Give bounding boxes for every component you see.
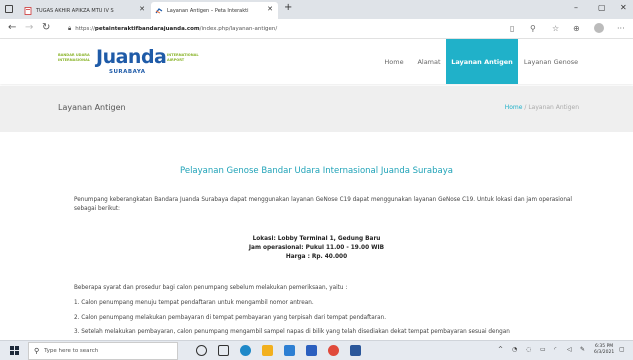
new-tab-button[interactable]: + xyxy=(284,2,292,13)
location-text: Lokasi: Lobby Terminal 1, Gedung Baru xyxy=(252,236,381,242)
tab-label: TUGAS AKHIR APIKZA MTU IV S xyxy=(36,7,114,14)
battery-icon[interactable]: ▭ xyxy=(540,346,546,353)
volume-icon[interactable]: ◁ xyxy=(567,346,572,353)
reader-view-icon[interactable]: ▯ xyxy=(510,24,514,33)
pen-icon[interactable]: ✎ xyxy=(580,346,585,353)
logo-juanda[interactable]: Juanda xyxy=(96,46,167,68)
browser-tab-bar: TUGAS AKHIR APIKZA MTU IV S ✕ Layanan An… xyxy=(0,0,633,19)
network-icon[interactable]: ◌ xyxy=(526,346,531,353)
tray-app-icon[interactable]: ◔ xyxy=(512,346,517,353)
cortana-icon[interactable] xyxy=(196,345,207,356)
site-favicon-icon xyxy=(155,7,163,13)
site-header: BANDAR UDARA INTERNASIONAL Juanda SURABA… xyxy=(0,39,633,84)
mail-icon[interactable] xyxy=(306,345,317,356)
hours-text: Jam operasional: Pukul 11.00 - 19.00 WIB xyxy=(248,245,385,251)
search-icon: ⚲ xyxy=(34,347,40,355)
tab-label: Layanan Antigen – Peta Interakti xyxy=(167,7,249,14)
tab-actions-icon[interactable] xyxy=(5,5,13,13)
word-icon[interactable] xyxy=(350,345,361,356)
edge-icon[interactable] xyxy=(240,345,251,356)
file-explorer-icon[interactable] xyxy=(262,345,273,356)
close-icon[interactable]: ✕ xyxy=(139,5,145,13)
refresh-icon[interactable]: ↻ xyxy=(42,22,50,33)
clock-date: 6/3/2021 xyxy=(594,350,615,355)
search-placeholder: Type here to search xyxy=(44,348,99,354)
list-item: 3. Setelah melakukan pembayaran, calon p… xyxy=(74,329,510,335)
minimize-button[interactable]: – xyxy=(574,3,578,12)
page-title: Layanan Antigen xyxy=(58,103,126,112)
url-prefix: https:// xyxy=(75,26,95,32)
steps-intro: Beberapa syarat dan prosedur bagi calon … xyxy=(74,285,348,291)
logo-right-text: INTERNATIONAL AIRPORT xyxy=(167,53,199,62)
address-bar-row: ← → ↻ 🔒︎ https://petainteraktifbandaraju… xyxy=(0,19,633,39)
taskbar-search-input[interactable]: ⚲ Type here to search xyxy=(28,342,178,360)
maximize-button[interactable]: ▢ xyxy=(598,3,606,12)
notifications-icon[interactable]: ▢ xyxy=(619,346,625,353)
list-item: 2. Calon penumpang melakukan pembayaran … xyxy=(74,315,387,321)
nav-layanan-genose[interactable]: Layanan Genose xyxy=(520,39,582,84)
back-icon[interactable]: ← xyxy=(8,22,16,33)
read-aloud-icon[interactable]: ⚲ xyxy=(530,24,536,33)
profile-avatar[interactable] xyxy=(594,23,604,33)
windows-start-icon[interactable] xyxy=(10,346,19,355)
logo-surabaya: SURABAYA xyxy=(109,69,146,75)
store-icon[interactable] xyxy=(284,345,295,356)
url-domain: petainteraktifbandarajuanda.com xyxy=(94,26,200,32)
breadcrumb-current: Layanan Antigen xyxy=(528,104,579,111)
more-menu-icon[interactable]: ··· xyxy=(617,24,625,33)
breadcrumb: Home / Layanan Antigen xyxy=(505,104,579,111)
close-window-button[interactable]: ✕ xyxy=(620,3,627,12)
collections-icon[interactable]: ⊕ xyxy=(573,24,580,33)
tab-layanan-antigen[interactable]: Layanan Antigen – Peta Interakti ✕ xyxy=(151,2,278,19)
logo-left-text: BANDAR UDARA INTERNASIONAL xyxy=(58,53,91,62)
price-text: Harga : Rp. 40.000 xyxy=(285,254,348,260)
nav-alamat[interactable]: Alamat xyxy=(412,39,446,84)
windows-taskbar: ⚲ Type here to search ^ ◔ ◌ ▭ ◜ ◁ ✎ 6:35… xyxy=(0,340,633,360)
forward-icon[interactable]: → xyxy=(25,22,33,33)
tab-tugas-akhir[interactable]: TUGAS AKHIR APIKZA MTU IV S ✕ xyxy=(20,2,150,19)
page-banner: Layanan Antigen Home / Layanan Antigen xyxy=(0,86,633,132)
chevron-up-icon[interactable]: ^ xyxy=(498,346,503,353)
task-view-icon[interactable] xyxy=(218,345,229,356)
list-item: 1. Calon penumpang menuju tempat pendaft… xyxy=(74,300,314,306)
favorite-star-icon[interactable]: ☆ xyxy=(552,24,559,33)
content-heading: Pelayanan Genose Bandar Udara Internasio… xyxy=(180,166,453,176)
breadcrumb-separator: / xyxy=(524,104,527,111)
chrome-icon[interactable] xyxy=(328,345,339,356)
address-bar[interactable]: 🔒︎ https://petainteraktifbandarajuanda.c… xyxy=(68,23,488,35)
document-icon xyxy=(24,6,32,15)
breadcrumb-home-link[interactable]: Home xyxy=(505,104,523,111)
taskbar-clock[interactable]: 6:35 PM 6/3/2021 xyxy=(594,344,614,356)
nav-layanan-antigen[interactable]: Layanan Antigen xyxy=(446,39,518,84)
close-icon[interactable]: ✕ xyxy=(267,5,273,13)
nav-home[interactable]: Home xyxy=(376,39,412,84)
wifi-icon[interactable]: ◜ xyxy=(554,346,556,353)
lock-icon: 🔒︎ xyxy=(68,25,72,32)
url-path: /index.php/layanan-antigen/ xyxy=(199,26,278,32)
intro-paragraph: Penumpang keberangkatan Bandara Juanda S… xyxy=(74,197,572,212)
